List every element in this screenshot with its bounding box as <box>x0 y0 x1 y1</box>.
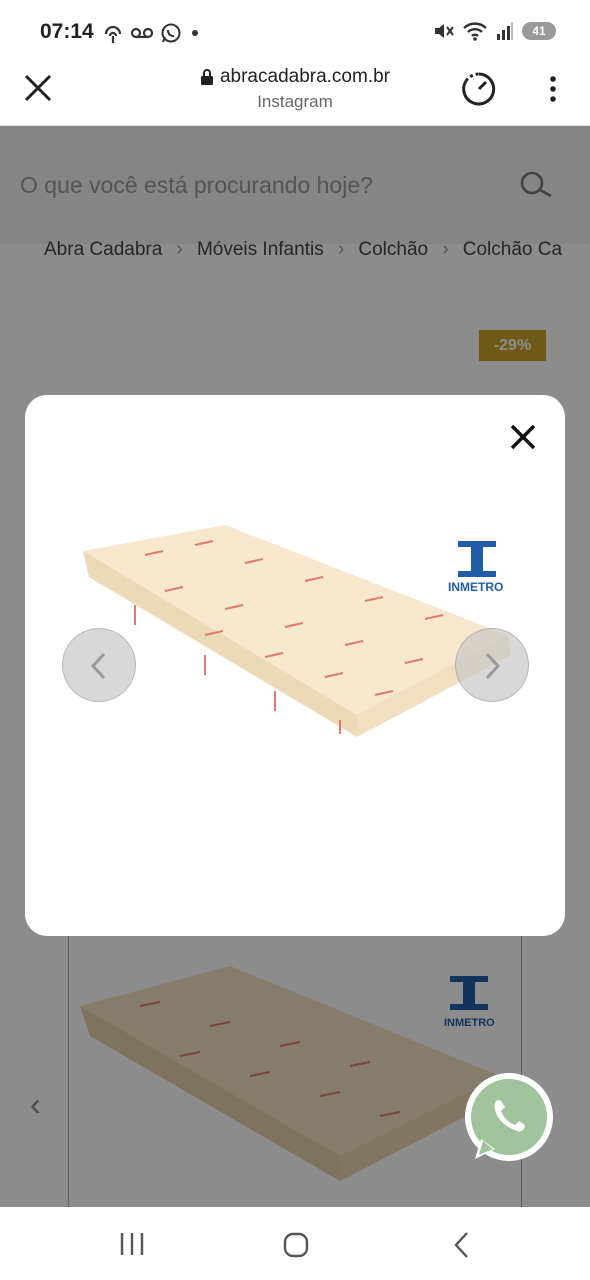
status-left-icons <box>102 22 202 44</box>
more-vert-icon[interactable] <box>542 74 564 106</box>
wifi-icon <box>463 22 487 41</box>
system-nav-bar <box>0 1207 590 1280</box>
url-text: abracadabra.com.br <box>219 66 391 87</box>
browser-toolbar: abracadabra.com.br Instagram <box>0 64 590 126</box>
address-bar[interactable]: abracadabra.com.br Instagram <box>160 66 430 112</box>
inmetro-logo-text: INMETRO <box>448 580 503 594</box>
signal-icon <box>497 22 513 40</box>
source-label: Instagram <box>257 92 333 111</box>
whatsapp-chat-button[interactable] <box>461 1073 555 1167</box>
status-right-icons: 41 <box>432 20 556 42</box>
close-icon[interactable] <box>509 423 537 451</box>
status-bar: 07:14 41 <box>0 0 590 64</box>
dot-icon <box>192 30 198 36</box>
next-image-button[interactable] <box>455 628 529 702</box>
chevron-left-icon <box>90 652 106 680</box>
hotspot-icon <box>104 25 122 43</box>
battery-icon: 41 <box>522 22 556 40</box>
home-icon[interactable] <box>282 1231 310 1259</box>
chevron-right-icon <box>485 652 501 680</box>
whatsapp-icon <box>161 23 181 43</box>
close-icon[interactable] <box>22 72 54 104</box>
speed-icon[interactable] <box>460 70 498 108</box>
recent-apps-icon[interactable] <box>118 1231 146 1257</box>
back-icon[interactable] <box>452 1231 472 1259</box>
lock-icon <box>200 69 213 85</box>
voicemail-icon <box>130 27 154 39</box>
image-lightbox: INMETRO <box>25 395 565 936</box>
previous-image-button[interactable] <box>62 628 136 702</box>
mute-icon <box>435 24 454 38</box>
status-time: 07:14 <box>40 20 94 43</box>
